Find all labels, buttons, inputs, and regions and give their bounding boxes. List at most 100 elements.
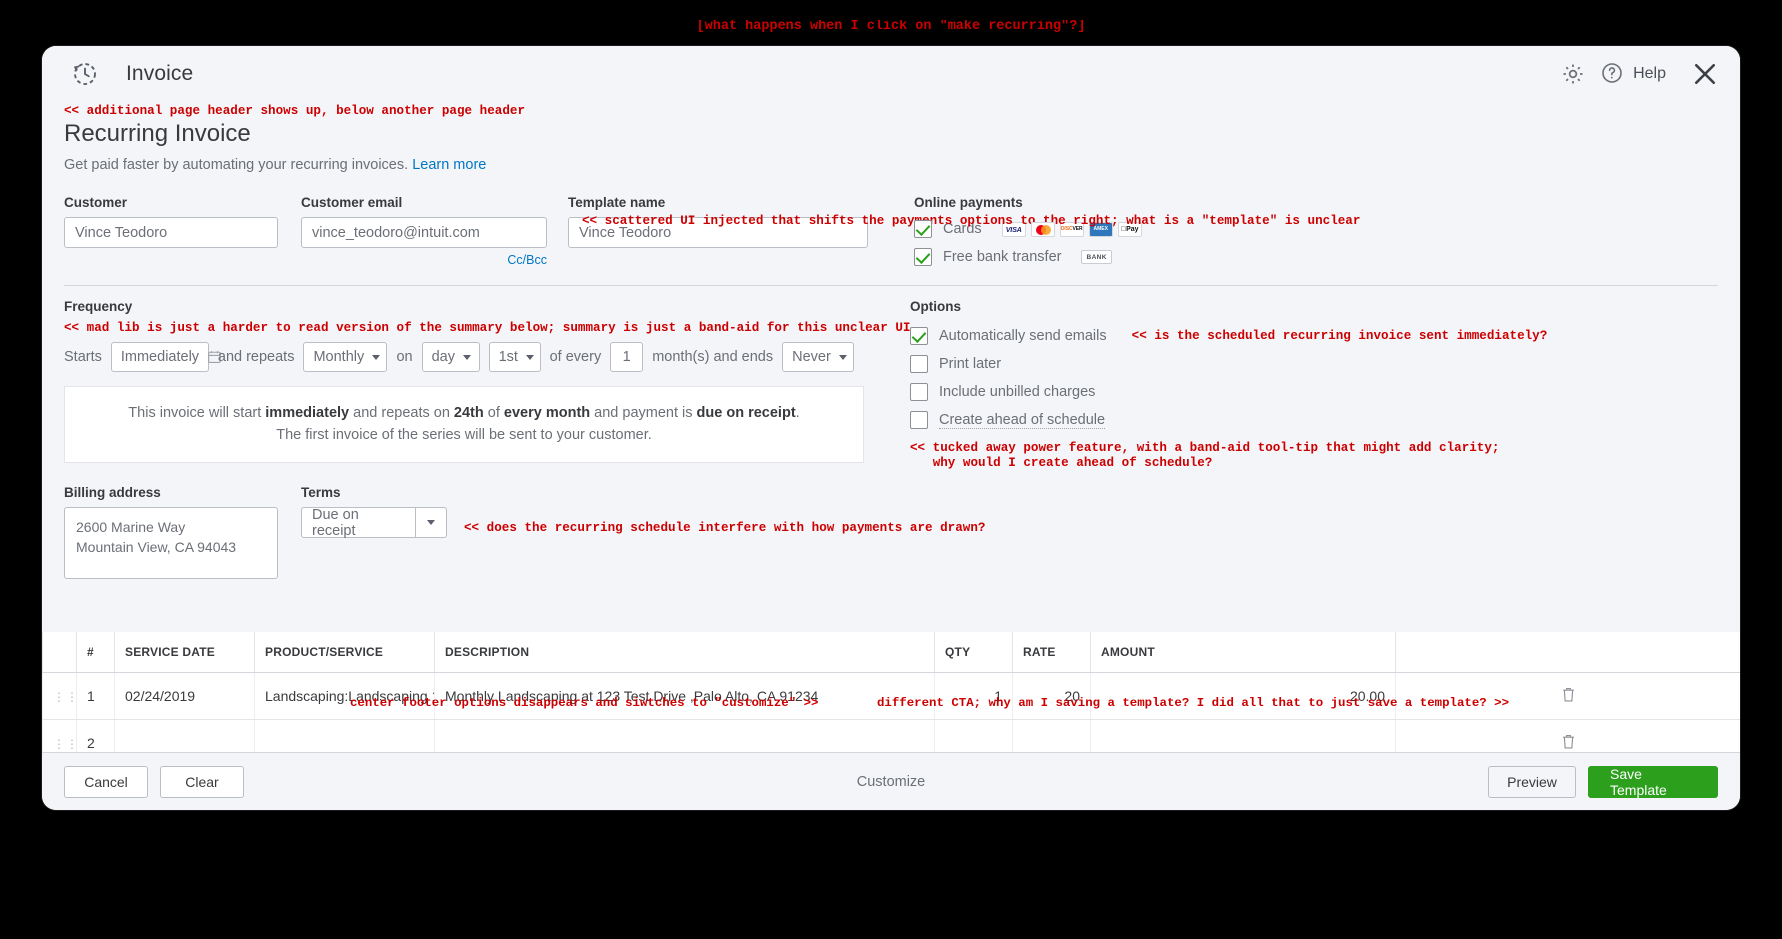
frequency-group: Frequency << mad lib is just a harder to… [64, 299, 911, 471]
col-service-date: SERVICE DATE [114, 632, 255, 673]
on-type-select[interactable]: day [421, 342, 480, 372]
chevron-down-icon [415, 508, 446, 537]
option-row-1[interactable]: Print later [910, 355, 1550, 373]
page-subtitle: Get paid faster by automating your recur… [64, 157, 1718, 173]
every-count-input[interactable]: 1 [610, 342, 644, 372]
option-checkbox-print-later[interactable] [910, 355, 928, 373]
bank-transfer-checkbox[interactable] [914, 248, 932, 266]
annotation-create-ahead: << tucked away power feature, with a ban… [910, 441, 1500, 470]
option-row-0[interactable]: Automatically send emails << is the sche… [910, 327, 1550, 345]
trash-icon[interactable] [1561, 734, 1576, 753]
option-checkbox-create-ahead[interactable] [910, 411, 928, 429]
help-button[interactable]: Help [1600, 61, 1666, 87]
annotation-top: [what happens when I click on "make recu… [696, 20, 1086, 34]
options-heading: Options [910, 299, 961, 314]
screenshot-root: [what happens when I click on "make recu… [0, 0, 1782, 939]
chevron-down-icon [525, 354, 534, 360]
starts-label: Starts [64, 349, 102, 365]
bank-transfer-option-row[interactable]: Free bank transfer BANK [914, 248, 1142, 266]
chevron-down-icon [372, 354, 381, 360]
help-label: Help [1633, 65, 1666, 82]
page-title: Recurring Invoice [64, 120, 251, 147]
top-fields-row: Customer Vince Teodoro Customer email vi… [64, 195, 1718, 267]
modal-header: Invoice Help [42, 46, 1740, 102]
option-label-print-later: Print later [939, 356, 1002, 372]
template-name-label: Template name [568, 195, 666, 210]
modal-body: << additional page header shows up, belo… [42, 104, 1740, 579]
modal-title: Invoice [126, 62, 194, 85]
col-qty: QTY [934, 632, 1013, 673]
row-drag-handle[interactable]: ⋮⋮ [42, 672, 77, 720]
annotation-page-header: << additional page header shows up, belo… [64, 104, 526, 118]
online-payments-heading: Online payments [914, 195, 1023, 210]
save-template-button[interactable]: Save Template [1588, 765, 1718, 798]
billing-terms-row: Billing address 2600 Marine Way Mountain… [64, 485, 1718, 579]
option-row-2[interactable]: Include unbilled charges [910, 383, 1550, 401]
col-actions [1395, 632, 1740, 673]
billing-address-group: Billing address 2600 Marine Way Mountain… [64, 485, 278, 579]
billing-address-label: Billing address [64, 485, 161, 500]
divider-1 [64, 285, 1718, 286]
annotation-frequency: << mad lib is just a harder to read vers… [64, 321, 911, 335]
table-header-row: # SERVICE DATE PRODUCT/SERVICE DESCRIPTI… [42, 632, 1740, 673]
recurring-clock-icon [70, 59, 100, 89]
cards-checkbox[interactable] [914, 220, 932, 238]
bank-transfer-label: Free bank transfer [943, 249, 1062, 265]
summary-line-2: The first invoice of the series will be … [276, 427, 652, 443]
summary-line-1: This invoice will start immediately and … [128, 405, 800, 421]
col-product-service: PRODUCT/SERVICE [254, 632, 435, 673]
options-list: Automatically send emails << is the sche… [910, 327, 1550, 429]
option-label-create-ahead: Create ahead of schedule [939, 411, 1106, 429]
col-amount: AMOUNT [1090, 632, 1396, 673]
template-name-field-group: Template name Vince Teodoro [568, 195, 868, 267]
invoice-modal: Invoice Help << additional page header s… [42, 46, 1740, 810]
annotation-payments: << scattered UI injected that shifts the… [582, 214, 1361, 228]
subtitle-text: Get paid faster by automating your recur… [64, 157, 409, 173]
customize-button[interactable]: Customize [857, 774, 926, 790]
col-num: # [76, 632, 115, 673]
terms-value: Due on receipt [312, 506, 359, 539]
address-line-1: 2600 Marine Way [76, 519, 186, 535]
footer-primary-actions: Preview Save Template [1488, 765, 1718, 798]
online-payments-group: Online payments Cards VISA DISC VER AMEX … [914, 195, 1142, 267]
annotation-terms: << does the recurring schedule interfere… [464, 521, 986, 535]
ends-select[interactable]: Never [782, 342, 855, 372]
chevron-down-icon [838, 354, 847, 360]
repeat-interval-select[interactable]: Monthly [303, 342, 388, 372]
question-circle-icon [1600, 61, 1626, 87]
cancel-button[interactable]: Cancel [64, 765, 148, 798]
billing-address-input[interactable]: 2600 Marine Way Mountain View, CA 94043 [64, 507, 278, 579]
preview-button[interactable]: Preview [1488, 765, 1576, 798]
option-checkbox-unbilled[interactable] [910, 383, 928, 401]
annotation-footer-right: different CTA; why am I saving a templat… [877, 696, 1510, 710]
mastercard-icon [1030, 221, 1055, 237]
row-number: 1 [76, 672, 115, 720]
customer-field-group: Customer Vince Teodoro [64, 195, 278, 267]
gear-icon[interactable] [1560, 61, 1586, 87]
customer-label: Customer [64, 195, 128, 210]
customer-email-input[interactable]: vince_teodoro@intuit.com [301, 217, 547, 248]
frequency-heading: Frequency [64, 299, 133, 314]
close-icon[interactable] [1690, 59, 1720, 89]
and-repeats-label: and repeats [217, 349, 295, 365]
on-label: on [396, 349, 413, 365]
option-label-auto-send: Automatically send emails [939, 328, 1107, 344]
option-checkbox-auto-send[interactable] [910, 327, 928, 345]
option-label-unbilled: Include unbilled charges [939, 384, 1096, 400]
starts-date-input[interactable]: Immediately [110, 342, 221, 372]
cc-bcc-link[interactable]: Cc/Bcc [301, 253, 547, 267]
terms-select[interactable]: Due on receipt [301, 506, 447, 539]
schedule-summary: This invoice will start immediately and … [64, 386, 864, 463]
row-service-date[interactable]: 02/24/2019 [114, 672, 255, 720]
ordinal-select[interactable]: 1st [488, 342, 541, 372]
customer-input[interactable]: Vince Teodoro [64, 217, 278, 248]
terms-label: Terms [301, 485, 341, 500]
learn-more-link[interactable]: Learn more [412, 157, 486, 173]
option-row-3[interactable]: Create ahead of schedule [910, 411, 1550, 429]
customer-email-field-group: Customer email vince_teodoro@intuit.com … [301, 195, 547, 267]
clear-button[interactable]: Clear [160, 765, 244, 798]
col-drag [42, 632, 77, 673]
customize-wrap: Customize [42, 774, 1740, 790]
customer-email-label: Customer email [301, 195, 403, 210]
terms-group: Terms Due on receipt [301, 485, 447, 539]
